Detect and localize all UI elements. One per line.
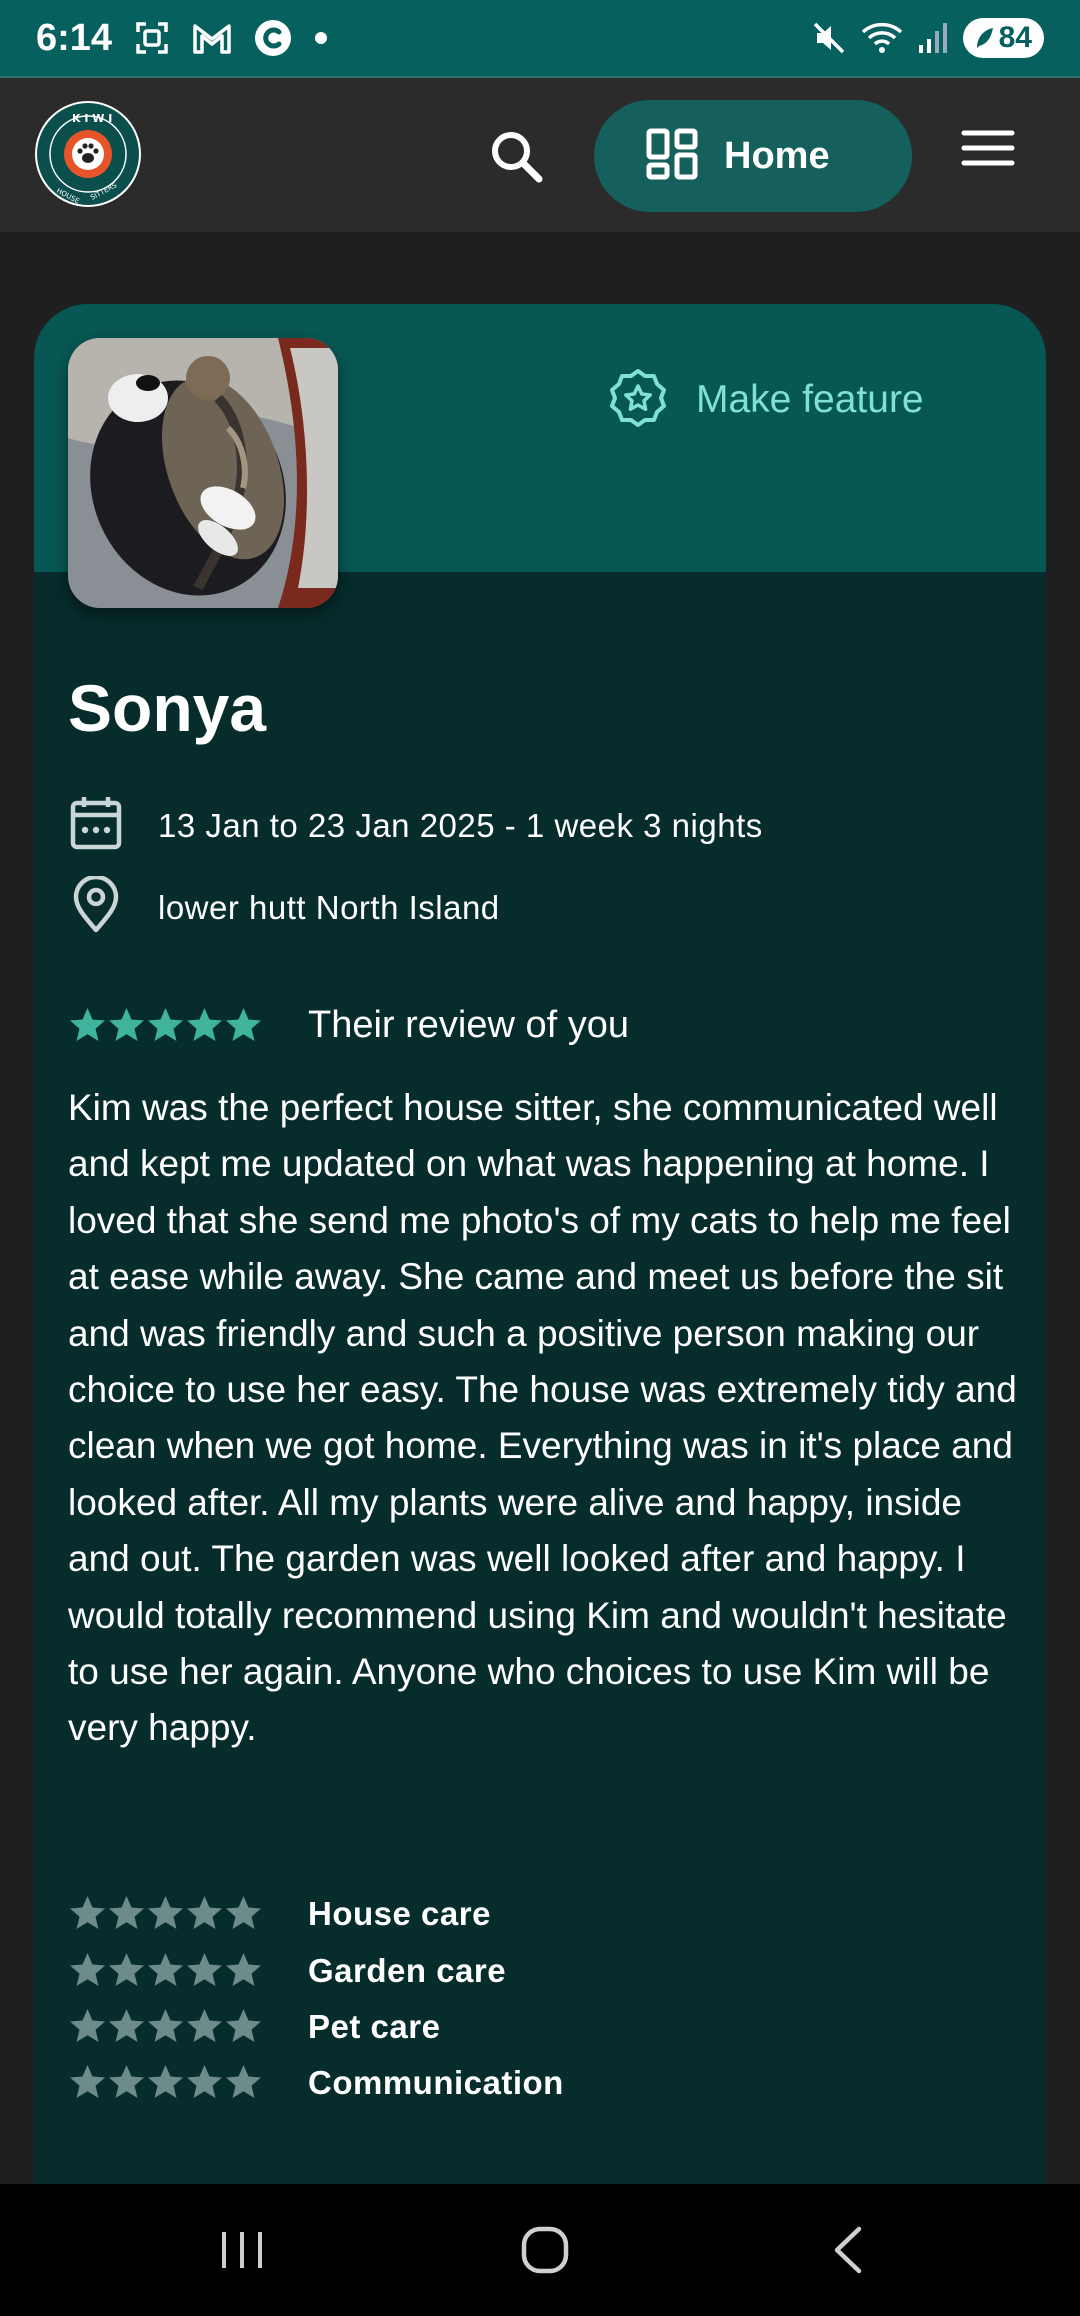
review-card: Make feature Sonya 13 Jan to 23 Jan 2025… <box>34 304 1046 2184</box>
dashboard-icon <box>646 128 698 185</box>
sit-dates: 13 Jan to 23 Jan 2025 - 1 week 3 nights <box>158 806 763 844</box>
system-nav-bar <box>0 2184 1080 2316</box>
home-label: Home <box>724 134 830 177</box>
review-header: Their review of you <box>68 1004 629 1047</box>
rating-label: Communication <box>308 2064 564 2102</box>
rating-label: House care <box>308 1895 491 1933</box>
home-nav-icon[interactable] <box>485 2184 605 2316</box>
status-bar: 6:14 84 <box>0 0 1080 76</box>
star-icons <box>70 1896 261 1930</box>
battery-icon: 84 <box>962 18 1044 58</box>
location-row: lower hutt North Island <box>68 874 500 939</box>
star-icons <box>70 2065 261 2099</box>
rating-row-pet-care: Pet care <box>68 1999 564 2055</box>
rating-row-communication: Communication <box>68 2055 564 2111</box>
make-feature-label: Make feature <box>696 378 924 421</box>
review-title: Their review of you <box>308 1004 630 1046</box>
signal-icon <box>917 21 949 55</box>
pet-photo <box>68 338 338 608</box>
mute-icon <box>811 20 847 56</box>
overall-rating-stars <box>68 1006 264 1046</box>
kiwi-house-sitters-logo[interactable]: K I W I HOUSE SITTERS <box>34 100 142 208</box>
location-pin-icon <box>68 874 124 939</box>
back-icon[interactable] <box>787 2184 907 2316</box>
star-icons <box>70 1952 261 1986</box>
status-time: 6:14 <box>36 16 113 59</box>
app-bar: K I W I HOUSE SITTERS Home <box>0 76 1080 232</box>
star-icons <box>70 2008 261 2042</box>
recent-apps-icon[interactable] <box>182 2184 302 2316</box>
category-ratings: House care Garden care Pet care Communic… <box>68 1886 564 2112</box>
calendar-icon <box>68 794 124 857</box>
make-feature-button[interactable]: Make feature <box>608 364 924 436</box>
search-icon[interactable] <box>486 126 546 186</box>
battery-level: 84 <box>998 21 1032 54</box>
star-badge-icon <box>608 368 668 433</box>
c-app-icon <box>254 19 292 57</box>
rating-label: Garden care <box>308 1951 507 1989</box>
star-icons <box>70 1007 261 1041</box>
dates-row: 13 Jan to 23 Jan 2025 - 1 week 3 nights <box>68 794 763 857</box>
rating-row-house-care: House care <box>68 1886 564 1942</box>
wifi-icon <box>861 20 903 56</box>
hamburger-menu-icon[interactable] <box>960 128 1020 172</box>
reviewer-name: Sonya <box>68 671 267 745</box>
svg-text:K I W I: K I W I <box>72 112 112 125</box>
rating-row-garden-care: Garden care <box>68 1942 564 1998</box>
sit-location: lower hutt North Island <box>158 888 500 926</box>
review-body: Kim was the perfect house sitter, she co… <box>68 1087 1017 1749</box>
dot-icon <box>314 31 328 45</box>
home-button[interactable]: Home <box>594 100 912 212</box>
screenshot-icon <box>134 20 170 56</box>
rating-label: Pet care <box>308 2007 441 2045</box>
gmail-icon <box>192 22 232 54</box>
